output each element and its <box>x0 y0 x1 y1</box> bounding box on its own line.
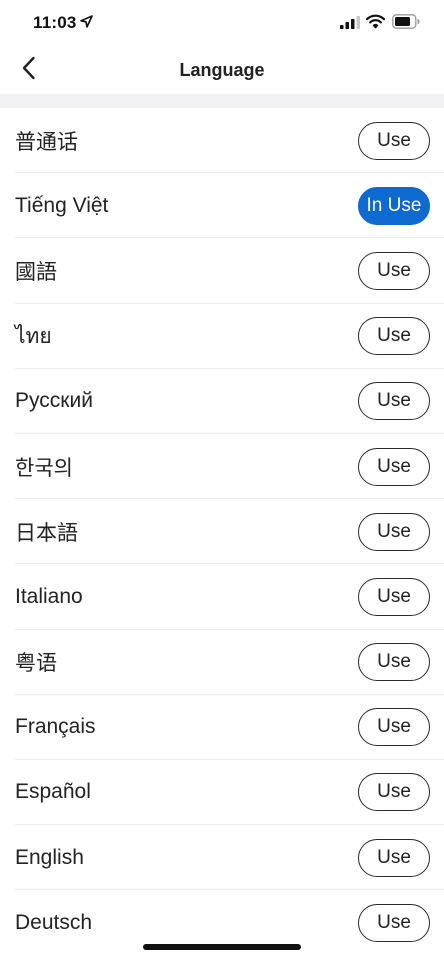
use-button[interactable]: Use <box>358 382 430 421</box>
use-button[interactable]: Use <box>358 708 430 747</box>
language-row: ไทย Use <box>0 304 444 369</box>
use-button[interactable]: Use <box>358 317 430 356</box>
language-name: 한국의 <box>15 456 73 480</box>
status-bar: 11:03 <box>0 0 444 46</box>
language-name: ไทย <box>15 324 52 348</box>
language-name: 日本語 <box>15 521 78 545</box>
status-time: 11:03 <box>33 13 77 32</box>
battery-icon <box>392 14 420 29</box>
language-name: 國語 <box>15 260 57 284</box>
language-row: 한국의 Use <box>0 434 444 500</box>
language-row: 普通话 Use <box>0 108 444 174</box>
in-use-button[interactable]: In Use <box>358 186 430 225</box>
use-button[interactable]: Use <box>358 773 430 812</box>
language-row: Русский Use <box>0 369 444 435</box>
language-row: English Use <box>0 825 444 891</box>
use-button[interactable]: Use <box>358 838 430 877</box>
use-button[interactable]: Use <box>358 643 430 682</box>
cellular-signal-icon <box>340 16 360 29</box>
wifi-icon <box>365 14 386 29</box>
language-row: Español Use <box>0 760 444 826</box>
language-row: Tiếng Việt In Use <box>0 173 444 239</box>
use-button[interactable]: Use <box>358 251 430 290</box>
language-row: 國語 Use <box>0 238 444 304</box>
language-list: 普通话 Use Tiếng Việt In Use 國語 Use ไทย Use Русский… <box>0 108 444 955</box>
language-name: Italiano <box>15 584 83 608</box>
language-name: 普通话 <box>15 130 78 154</box>
nav-bar: Language <box>0 46 444 94</box>
language-row: 日本語 Use <box>0 499 444 565</box>
use-button[interactable]: Use <box>358 903 430 942</box>
language-name: Deutsch <box>15 910 93 934</box>
language-name: 粤语 <box>15 652 57 676</box>
page-title: Language <box>179 60 265 80</box>
language-name: English <box>15 845 84 869</box>
language-name: Español <box>15 780 91 804</box>
use-button[interactable]: Use <box>358 512 430 551</box>
language-row: Italiano Use <box>0 564 444 630</box>
use-button[interactable]: Use <box>358 577 430 616</box>
use-button[interactable]: Use <box>358 447 430 486</box>
language-row: Français Use <box>0 695 444 761</box>
location-arrow-icon <box>80 15 93 28</box>
section-divider <box>0 94 444 108</box>
home-indicator[interactable] <box>143 944 301 950</box>
language-name: Русский <box>15 389 93 413</box>
language-row: 粤语 Use <box>0 630 444 695</box>
language-name: Tiếng Việt <box>15 193 109 217</box>
use-button[interactable]: Use <box>358 121 430 160</box>
language-name: Français <box>15 715 96 739</box>
